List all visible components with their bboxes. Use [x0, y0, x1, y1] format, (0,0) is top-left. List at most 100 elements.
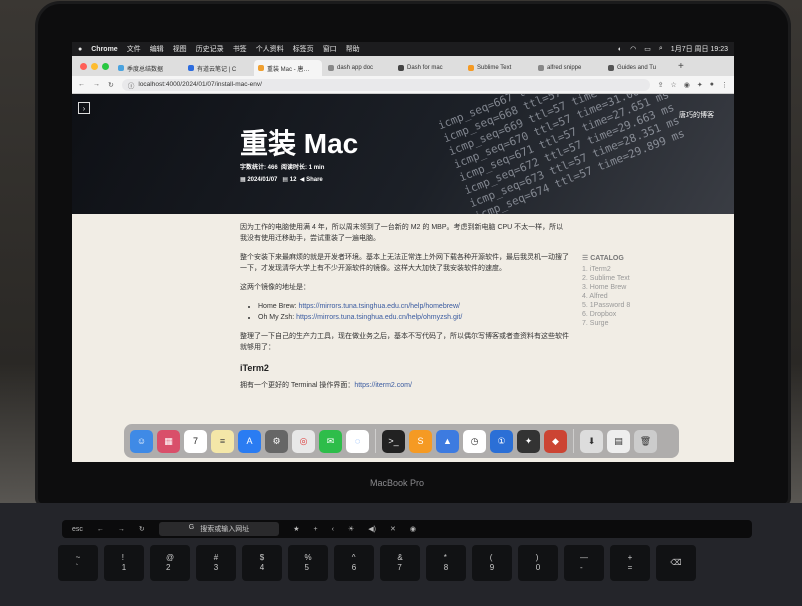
menu-item-file[interactable]: 文件: [127, 44, 141, 54]
homebrew-mirror-link[interactable]: https://mirrors.tuna.tsinghua.edu.cn/hel…: [298, 303, 459, 310]
wechat-icon[interactable]: ✉: [319, 429, 342, 453]
catalog-item[interactable]: 1. iTerm2: [582, 265, 630, 274]
mute-icon[interactable]: ✕: [390, 525, 396, 533]
tab[interactable]: 季度总结数据: [114, 60, 182, 76]
back-icon[interactable]: ←: [78, 81, 85, 88]
profile-avatar-icon[interactable]: ●: [710, 81, 714, 89]
menu-item-view[interactable]: 视图: [173, 44, 187, 54]
touchbar-forward-icon[interactable]: →: [118, 526, 125, 533]
close-window-button[interactable]: [80, 63, 87, 70]
tab[interactable]: Guides and Tu: [604, 60, 672, 76]
key-delete[interactable]: ⌫: [656, 545, 696, 581]
downloads-folder-icon[interactable]: ⬇: [580, 429, 603, 453]
key-7[interactable]: & 7: [380, 545, 420, 581]
site-info-icon[interactable]: ⓘ: [128, 80, 135, 90]
touchbar-search-button[interactable]: G 搜索或输入网址: [158, 522, 280, 536]
key-5[interactable]: % 5: [288, 545, 328, 581]
key-tilde[interactable]: ~ `: [58, 545, 98, 581]
menu-item-history[interactable]: 历史记录: [196, 44, 224, 54]
key-4[interactable]: $4: [242, 545, 282, 581]
siri-icon[interactable]: ◉: [410, 525, 416, 533]
blog-name-link[interactable]: 唐巧的博客: [679, 110, 714, 120]
terminal-icon[interactable]: >_: [382, 429, 405, 453]
sidebar-toggle-button[interactable]: ›: [78, 102, 90, 114]
touchbar-star-icon[interactable]: ★: [293, 525, 299, 533]
extensions-icon[interactable]: ✦: [697, 81, 703, 89]
finder-icon[interactable]: ☺: [130, 429, 153, 453]
menu-item-window[interactable]: 窗口: [323, 44, 337, 54]
list-item: Home Brew: https://mirrors.tuna.tsinghua…: [258, 301, 570, 312]
key-6[interactable]: ^ 6: [334, 545, 374, 581]
volume-icon[interactable]: ◀): [368, 525, 376, 533]
key-9[interactable]: (9: [472, 545, 512, 581]
catalog-item[interactable]: 2. Sublime Text: [582, 274, 630, 283]
tab[interactable]: dash app doc: [324, 60, 392, 76]
app-name[interactable]: Chrome: [91, 46, 117, 53]
touchbar-plus-icon[interactable]: +: [314, 526, 318, 533]
ohmyzsh-mirror-link[interactable]: https://mirrors.tuna.tsinghua.edu.cn/hel…: [296, 314, 462, 321]
alfred-icon[interactable]: ✦: [517, 429, 540, 453]
istat-icon[interactable]: ◷: [463, 429, 486, 453]
key-equals[interactable]: + =: [610, 545, 650, 581]
key-0[interactable]: ) 0: [518, 545, 558, 581]
wifi-icon[interactable]: ◠: [630, 45, 636, 53]
minimize-window-button[interactable]: [91, 63, 98, 70]
touchbar-reload-icon[interactable]: ↻: [139, 525, 145, 533]
more-menu-icon[interactable]: ⋮: [721, 81, 728, 89]
tab-active[interactable]: 重装 Mac - 唐…: [254, 60, 322, 76]
share-icon[interactable]: ⇪: [658, 81, 664, 89]
battery-icon[interactable]: ▭: [644, 45, 651, 53]
keynote-icon[interactable]: ▲: [436, 429, 459, 453]
launchpad-icon[interactable]: ▦: [157, 429, 180, 453]
messenger-icon[interactable]: ◌: [346, 429, 369, 453]
search-icon[interactable]: ⌕: [659, 45, 663, 53]
new-tab-button[interactable]: +: [678, 61, 684, 72]
key-minus[interactable]: — -: [564, 545, 604, 581]
system-settings-icon[interactable]: ⚙: [265, 429, 288, 453]
share-link[interactable]: Share: [306, 177, 323, 183]
touchbar-back-icon[interactable]: ←: [97, 526, 104, 533]
tab[interactable]: alfred snippe: [534, 60, 602, 76]
clock[interactable]: 1月7日 周日 19:23: [671, 44, 728, 54]
comment-count[interactable]: 12: [290, 177, 297, 183]
chrome-icon[interactable]: ◎: [292, 429, 315, 453]
apple-icon[interactable]: ●: [78, 46, 82, 53]
key-1[interactable]: ! 1: [104, 545, 144, 581]
notes-icon[interactable]: ≡: [211, 429, 234, 453]
app-store-icon[interactable]: A: [238, 429, 261, 453]
sublime-text-icon[interactable]: S: [409, 429, 432, 453]
catalog-item[interactable]: 3. Home Brew: [582, 283, 630, 292]
surge-icon[interactable]: ◆: [544, 429, 567, 453]
key-2[interactable]: @2: [150, 545, 190, 581]
touchbar-collapse-icon[interactable]: ‹: [332, 526, 334, 533]
menu-item-bookmarks[interactable]: 书签: [233, 44, 247, 54]
1password-icon[interactable]: ①: [490, 429, 513, 453]
zoom-window-button[interactable]: [102, 63, 109, 70]
forward-icon[interactable]: →: [93, 81, 100, 88]
menu-item-help[interactable]: 帮助: [346, 44, 360, 54]
catalog-item[interactable]: 4. Alfred: [582, 292, 630, 301]
brightness-icon[interactable]: ☀: [348, 525, 354, 533]
menu-item-profiles[interactable]: 个人资料: [256, 44, 284, 54]
trash-icon[interactable]: 🗑: [634, 429, 657, 453]
catalog-item[interactable]: 7. Surge: [582, 319, 630, 328]
key-3[interactable]: #3: [196, 545, 236, 581]
key-8[interactable]: * 8: [426, 545, 466, 581]
camera-icon[interactable]: ◉: [684, 81, 690, 89]
tab[interactable]: Sublime Text: [464, 60, 532, 76]
calendar-app-icon[interactable]: 7: [184, 429, 207, 453]
touchbar-esc-key[interactable]: esc: [72, 526, 83, 533]
read-time: 阅读时长: 1 min: [281, 165, 325, 171]
tab[interactable]: 有道云笔记 | C: [184, 60, 252, 76]
bookmark-star-icon[interactable]: ☆: [671, 81, 677, 89]
catalog-item[interactable]: 6. Dropbox: [582, 310, 630, 319]
reload-icon[interactable]: ↻: [108, 81, 114, 89]
catalog-item[interactable]: 5. 1Password 8: [582, 301, 630, 310]
menu-item-tabs[interactable]: 标签页: [293, 44, 314, 54]
menu-item-edit[interactable]: 编辑: [150, 44, 164, 54]
status-icon[interactable]: ◐: [618, 46, 622, 53]
iterm2-link[interactable]: https://iterm2.com/: [354, 382, 412, 389]
url-field[interactable]: ⓘ localhost:4000/2024/01/07/install-mac-…: [121, 78, 650, 91]
document-icon[interactable]: ▤: [607, 429, 630, 453]
tab[interactable]: Dash for mac: [394, 60, 462, 76]
